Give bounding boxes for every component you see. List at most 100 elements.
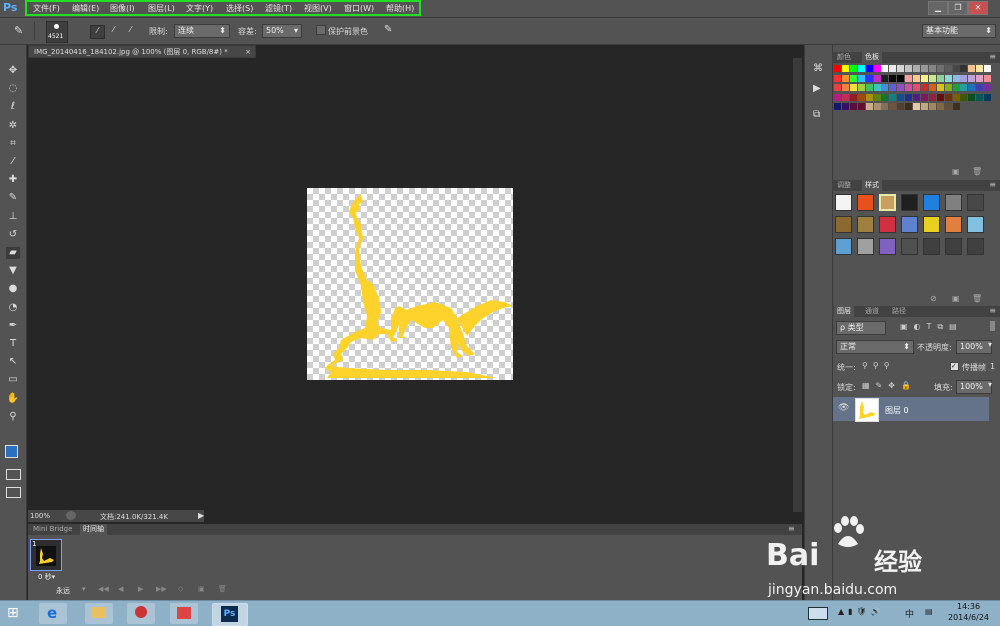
close-button[interactable]: ✕ [968, 1, 988, 15]
blur-tool-icon[interactable]: ● [6, 283, 20, 295]
chevron-down-icon[interactable]: ▾ [988, 340, 992, 349]
limit-select[interactable]: 连续 ⬍ [174, 24, 230, 38]
lock-icons[interactable]: ▦✎✥🔒 [862, 381, 917, 390]
color-swatch[interactable] [849, 65, 857, 72]
color-swatch[interactable] [865, 74, 873, 82]
color-swatch[interactable] [984, 93, 992, 101]
brush-preset-picker[interactable]: 4521 [46, 21, 68, 43]
pen-tool-icon[interactable]: ✒ [6, 320, 20, 332]
color-swatch[interactable] [865, 84, 873, 91]
color-swatch[interactable] [968, 74, 976, 82]
style-swatch[interactable] [923, 194, 940, 211]
delete-style-icon[interactable]: 🗑 [972, 294, 982, 303]
loop-select[interactable]: 永远 [56, 586, 70, 596]
first-frame-icon[interactable]: ◀◀ [98, 585, 109, 593]
clock-time[interactable]: 14:36 [957, 602, 980, 611]
document-canvas[interactable] [307, 188, 513, 380]
style-swatch[interactable] [945, 194, 962, 211]
color-swatch[interactable] [984, 65, 992, 72]
type-tool-icon[interactable]: T [6, 338, 20, 350]
color-swatch[interactable] [920, 103, 928, 110]
frame-delay[interactable]: 0 秒▾ [38, 572, 55, 582]
media-app-icon[interactable] [170, 603, 198, 624]
tween-icon[interactable]: ◇ [178, 585, 183, 593]
style-swatch[interactable] [857, 238, 874, 255]
color-swatch[interactable] [928, 65, 936, 72]
style-swatch[interactable] [879, 216, 896, 233]
color-swatch[interactable] [873, 93, 881, 101]
style-swatch[interactable] [967, 194, 984, 211]
path-select-tool-icon[interactable]: ↖ [6, 356, 20, 368]
color-swatch[interactable] [976, 84, 984, 91]
style-swatch[interactable] [879, 194, 896, 211]
chevron-down-icon[interactable]: ▾ [988, 380, 992, 389]
color-swatch[interactable] [913, 65, 920, 72]
color-swatch[interactable] [849, 74, 857, 82]
tray-icons[interactable]: ▲▮🛡🔊 [838, 607, 885, 616]
color-swatch[interactable] [928, 103, 936, 110]
crop-tool-icon[interactable]: ⌗ [6, 138, 20, 150]
tab-adjustments[interactable]: 调整 [834, 180, 854, 191]
color-swatch[interactable] [976, 93, 984, 101]
clear-style-icon[interactable]: ⊘ [930, 294, 937, 303]
close-tab-icon[interactable]: × [245, 46, 251, 59]
color-swatch[interactable] [849, 93, 857, 101]
color-swatch[interactable] [905, 84, 913, 91]
style-swatch[interactable] [967, 216, 984, 233]
color-swatch[interactable] [928, 74, 936, 82]
color-swatch[interactable] [960, 74, 968, 82]
play-icon[interactable]: ▶ [138, 585, 143, 593]
style-swatch[interactable] [835, 216, 852, 233]
color-swatch[interactable] [889, 103, 897, 110]
color-swatch[interactable] [920, 65, 928, 72]
background-eraser-icon[interactable]: ✎ [14, 24, 28, 37]
keyboard-icon[interactable] [808, 607, 828, 620]
color-swatch[interactable] [897, 65, 905, 72]
color-swatch[interactable] [834, 65, 841, 72]
style-swatch[interactable] [901, 216, 918, 233]
style-swatch[interactable] [923, 238, 940, 255]
tab-styles[interactable]: 样式 [862, 180, 882, 191]
prev-frame-icon[interactable]: ◀ [118, 585, 123, 593]
clock-date[interactable]: 2014/6/24 [948, 613, 989, 622]
rectangle-tool-icon[interactable]: ▭ [6, 374, 20, 386]
dodge-tool-icon[interactable]: ◔ [6, 302, 20, 314]
color-swatch[interactable] [928, 93, 936, 101]
color-swatch[interactable] [834, 84, 841, 91]
sampling-continuous-icon[interactable]: ⁄ [90, 25, 105, 39]
tab-channels[interactable]: 通道 [862, 306, 882, 317]
status-menu-icon[interactable] [66, 511, 76, 520]
eyedropper-tool-icon[interactable]: ⁄ [6, 156, 20, 168]
style-swatch[interactable] [945, 238, 962, 255]
color-swatch[interactable] [857, 103, 865, 110]
style-swatch[interactable] [923, 216, 940, 233]
new-swatch-icon[interactable]: ▣ [952, 167, 960, 176]
color-swatch[interactable] [905, 65, 913, 72]
color-swatch[interactable] [952, 93, 960, 101]
delete-swatch-icon[interactable]: 🗑 [972, 167, 982, 176]
eraser-tool-icon[interactable]: ▰ [6, 247, 20, 259]
color-swatch[interactable] [865, 93, 873, 101]
style-swatch[interactable] [857, 216, 874, 233]
color-swatch[interactable] [952, 103, 960, 110]
new-style-icon[interactable]: ▣ [952, 294, 960, 303]
tab-mini-bridge[interactable]: Mini Bridge [30, 524, 75, 535]
photoshop-taskbar-icon[interactable]: Ps [212, 603, 248, 626]
style-swatch[interactable] [967, 238, 984, 255]
layer-filter-select[interactable]: ρ 类型 [836, 321, 886, 335]
marquee-tool-icon[interactable]: ◌ [6, 83, 20, 95]
paint-bucket-tool-icon[interactable]: ▼ [6, 265, 20, 277]
tab-paths[interactable]: 路径 [889, 306, 909, 317]
status-arrow-icon[interactable]: ▶ [198, 511, 204, 520]
zoom-level[interactable]: 100% [30, 512, 50, 520]
document-tab[interactable]: IMG_20140416_184102.jpg @ 100% (图层 0, RG… [28, 45, 256, 58]
color-swatch[interactable] [960, 93, 968, 101]
color-swatch[interactable] [944, 74, 952, 82]
color-swatch[interactable] [841, 103, 849, 110]
tab-color[interactable]: 颜色 [834, 52, 854, 63]
history-icon[interactable]: ⌘ [813, 63, 823, 74]
move-tool-icon[interactable]: ✥ [6, 65, 20, 77]
color-swatch[interactable] [936, 93, 944, 101]
next-frame-icon[interactable]: ▶▶ [156, 585, 167, 593]
color-swatch[interactable] [952, 65, 960, 72]
